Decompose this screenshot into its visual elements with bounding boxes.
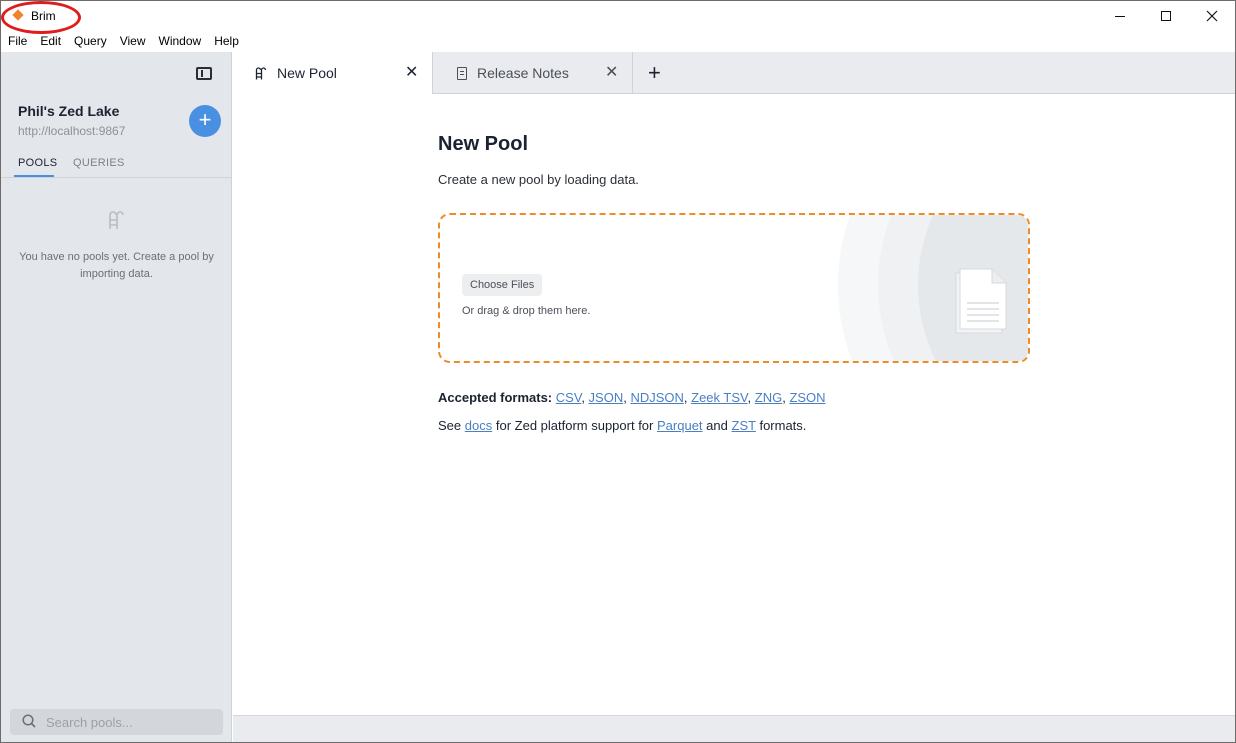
choose-files-button[interactable]: Choose Files	[462, 274, 543, 296]
menu-window[interactable]: Window	[152, 32, 208, 52]
document-icon	[457, 67, 467, 80]
add-pool-button[interactable]: +	[189, 105, 221, 137]
menu-bar: File Edit Query View Window Help	[1, 32, 245, 52]
minimize-icon	[1115, 15, 1125, 17]
sidebar-toggle-icon[interactable]	[196, 67, 212, 80]
menu-file[interactable]: File	[1, 32, 33, 52]
docs-middle: for Zed platform support for	[495, 418, 654, 433]
format-link-json[interactable]: JSON	[589, 390, 624, 405]
tab-release-notes[interactable]: Release Notes ✕	[433, 52, 633, 94]
menu-view[interactable]: View	[113, 32, 152, 52]
maximize-button[interactable]	[1143, 1, 1189, 31]
menu-help[interactable]: Help	[207, 32, 245, 52]
empty-pools-message: You have no pools yet. Create a pool by …	[19, 251, 214, 280]
docs-and: and	[706, 418, 728, 433]
title-bar[interactable]: Brim	[1, 1, 1235, 34]
tab-label: Release Notes	[477, 65, 569, 81]
search-pools-input[interactable]	[46, 713, 216, 731]
pool-icon	[255, 67, 267, 80]
page-title: New Pool	[438, 133, 529, 155]
new-tab-icon[interactable]: +	[648, 60, 661, 86]
file-dropzone[interactable]: Choose Files Or drag & drop them here.	[438, 213, 1030, 363]
tab-pools[interactable]: POOLS	[18, 157, 57, 169]
search-pools-box[interactable]	[10, 709, 223, 735]
parquet-link[interactable]: Parquet	[657, 418, 703, 433]
page-subtitle: Create a new pool by loading data.	[438, 172, 639, 187]
main-content: New Pool Create a new pool by loading da…	[233, 95, 1235, 715]
search-icon	[22, 714, 36, 728]
lake-url: http://localhost:9867	[18, 124, 126, 138]
accepted-formats: Accepted formats: CSV, JSON, NDJSON, Zee…	[438, 390, 826, 405]
zst-link[interactable]: ZST	[732, 418, 756, 433]
app-window: Brim File Edit Query View Window Help Ph…	[0, 0, 1236, 743]
close-window-button[interactable]	[1189, 1, 1235, 31]
menu-query[interactable]: Query	[67, 32, 113, 52]
file-stack-icon	[955, 268, 1007, 334]
window-title: Brim	[31, 9, 56, 23]
close-icon	[1206, 10, 1218, 22]
tab-label: New Pool	[277, 65, 337, 81]
docs-suffix: formats.	[759, 418, 807, 433]
brim-logo-icon	[12, 9, 24, 21]
sidebar: Phil's Zed Lake http://localhost:9867 + …	[1, 52, 232, 742]
format-link-ndjson[interactable]: NDJSON	[630, 390, 683, 405]
pool-ladder-icon	[109, 211, 124, 229]
menu-edit[interactable]: Edit	[33, 32, 67, 52]
format-link-zng[interactable]: ZNG	[755, 390, 782, 405]
minimize-button[interactable]	[1097, 1, 1143, 31]
format-link-csv[interactable]: CSV	[556, 390, 582, 405]
lake-name[interactable]: Phil's Zed Lake	[18, 103, 119, 119]
docs-prefix: See	[438, 418, 462, 433]
docs-link[interactable]: docs	[465, 418, 492, 433]
tab-new-pool[interactable]: New Pool ✕	[233, 52, 433, 94]
close-tab-icon[interactable]: ✕	[405, 62, 418, 82]
status-bar	[233, 715, 1235, 742]
docs-note: See docs for Zed platform support for Pa…	[438, 418, 806, 433]
tab-queries[interactable]: QUERIES	[73, 157, 125, 169]
format-link-zson[interactable]: ZSON	[789, 390, 825, 405]
accepted-formats-label: Accepted formats:	[438, 390, 553, 405]
maximize-icon	[1161, 11, 1171, 21]
format-link-zeek-tsv[interactable]: Zeek TSV	[691, 390, 747, 405]
drag-drop-text: Or drag & drop them here.	[462, 305, 591, 317]
tab-bar: New Pool ✕ Release Notes ✕ +	[233, 52, 1235, 94]
close-tab-icon[interactable]: ✕	[605, 62, 618, 82]
tabs-divider	[1, 177, 231, 178]
